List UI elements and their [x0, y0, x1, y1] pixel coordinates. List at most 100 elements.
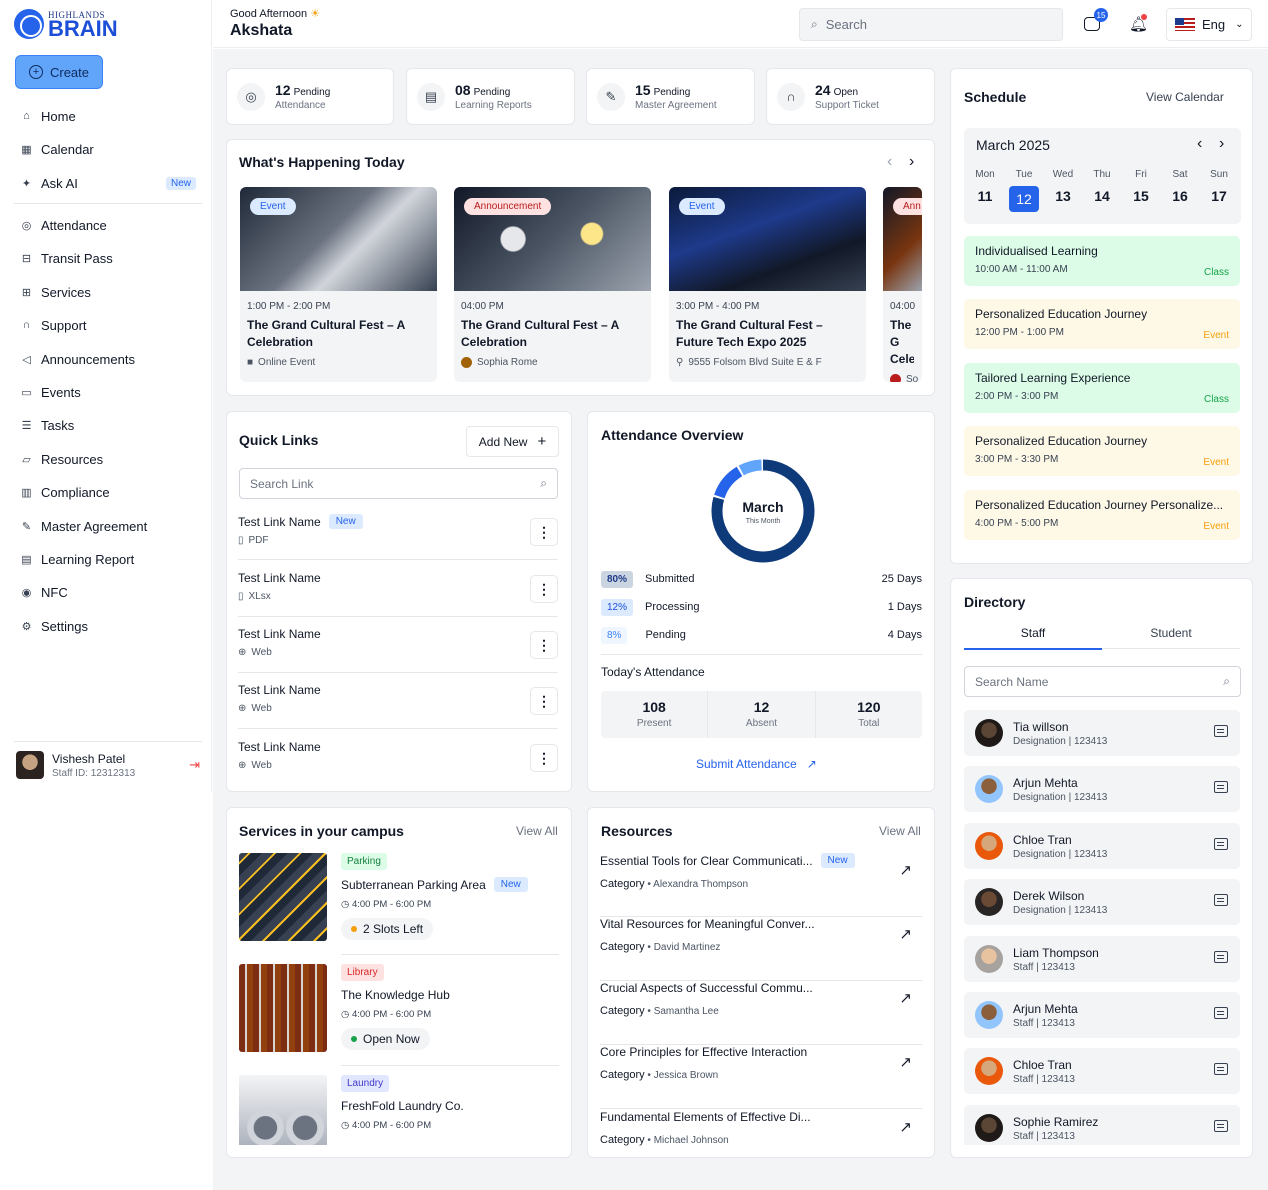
arrow-up-right-icon: ↗: [899, 926, 912, 943]
new-badge: New: [165, 176, 196, 190]
chevron-right-icon[interactable]: ›: [909, 153, 914, 171]
resource-item[interactable]: Essential Tools for Clear Communicati...…: [600, 853, 922, 917]
day-cell[interactable]: Thu 14: [1087, 169, 1117, 217]
resource-item[interactable]: Fundamental Elements of Effective Di... …: [600, 1110, 922, 1150]
day-cell[interactable]: Wed 13: [1048, 169, 1078, 217]
message-icon[interactable]: [1214, 1063, 1228, 1075]
stat-card-learning-reports[interactable]: ▤ 08 Pending Learning Reports: [406, 68, 575, 125]
resource-item[interactable]: Vital Resources for Meaningful Conver...…: [600, 917, 922, 981]
schedule-item-event[interactable]: Personalized Education Journey Personali…: [964, 490, 1240, 540]
search-input[interactable]: ⌕ Search: [799, 8, 1063, 41]
message-icon[interactable]: [1214, 1007, 1228, 1019]
sidebar-item-settings[interactable]: ⚙ Settings: [20, 616, 196, 636]
sidebar-item-announcements[interactable]: ◁ Announcements: [20, 349, 196, 369]
directory-person[interactable]: Liam Thompson Staff | 123413: [964, 936, 1240, 982]
more-options-icon[interactable]: ⋮: [530, 687, 558, 715]
day-cell[interactable]: Fri 15: [1126, 169, 1156, 217]
add-new-button[interactable]: Add New +: [466, 426, 559, 457]
event-card[interactable]: Event 1:00 PM - 2:00 PM The Grand Cultur…: [240, 187, 437, 382]
sidebar-item-transit-pass[interactable]: ⊟ Transit Pass: [20, 248, 196, 268]
directory-person[interactable]: Sophie Ramirez Staff | 123413: [964, 1105, 1240, 1145]
day-cell-selected[interactable]: Tue 12: [1009, 169, 1039, 217]
message-icon[interactable]: [1214, 838, 1228, 850]
sidebar-item-master-agreement[interactable]: ✎ Master Agreement: [20, 516, 196, 536]
tab-student[interactable]: Student: [1102, 626, 1240, 649]
create-button[interactable]: + Create: [15, 55, 103, 89]
resource-item[interactable]: Core Principles for Effective Interactio…: [600, 1045, 922, 1109]
directory-person[interactable]: Chloe Tran Staff | 123413: [964, 1048, 1240, 1094]
list-item[interactable]: Test Link Name ⊕ Web ⋮: [238, 627, 558, 673]
view-calendar-link[interactable]: View Calendar: [1146, 90, 1224, 104]
service-item[interactable]: Library The Knowledge Hub ◷ 4:00 PM - 6:…: [239, 964, 559, 1054]
list-item[interactable]: Test Link Name ⊕ Web ⋮: [238, 740, 558, 786]
list-item[interactable]: Test Link Name New ▯ PDF ⋮: [238, 514, 558, 560]
more-options-icon[interactable]: ⋮: [530, 575, 558, 603]
sidebar-item-learning-report[interactable]: ▤ Learning Report: [20, 549, 196, 569]
sidebar-item-ask-ai[interactable]: ✦ Ask AI New: [20, 173, 196, 193]
search-icon: ⌕: [811, 17, 818, 31]
directory-person[interactable]: Derek Wilson Designation | 123413: [964, 879, 1240, 925]
view-all-link[interactable]: View All: [516, 824, 558, 838]
sidebar-item-support[interactable]: ∩ Support: [20, 315, 196, 335]
event-card[interactable]: Announcement 04:00 PM The Grand Cultural…: [454, 187, 651, 382]
language-select[interactable]: Eng ⌄: [1166, 8, 1252, 41]
sidebar-item-attendance[interactable]: ◎ Attendance: [20, 215, 196, 235]
resource-author: Alexandra Thompson: [653, 879, 749, 890]
schedule-item-class[interactable]: Tailored Learning Experience 2:00 PM - 3:…: [964, 363, 1240, 413]
view-all-link[interactable]: View All: [879, 824, 921, 838]
message-icon[interactable]: [1214, 1120, 1228, 1132]
sidebar-item-resources[interactable]: ▱ Resources: [20, 449, 196, 469]
service-item[interactable]: Laundry FreshFold Laundry Co. ◷ 4:00 PM …: [239, 1075, 559, 1145]
directory-person[interactable]: Chloe Tran Designation | 123413: [964, 823, 1240, 869]
directory-person[interactable]: Arjun Mehta Designation | 123413: [964, 766, 1240, 812]
message-icon[interactable]: [1214, 894, 1228, 906]
list-item[interactable]: Test Link Name ▯ XLsx ⋮: [238, 571, 558, 617]
service-time: 4:00 PM - 6:00 PM: [351, 899, 432, 910]
day-cell[interactable]: Sun 17: [1204, 169, 1234, 217]
day-cell[interactable]: Sat 16: [1165, 169, 1195, 217]
schedule-item-event[interactable]: Personalized Education Journey 12:00 PM -…: [964, 299, 1240, 349]
sidebar-item-services[interactable]: ⊞ Services: [20, 282, 196, 302]
stat-card-attendance[interactable]: ◎ 12 Pending Attendance: [226, 68, 394, 125]
service-item[interactable]: Parking Subterranean Parking Area New ◷ 4…: [239, 853, 559, 943]
submit-attendance-link[interactable]: Submit Attendance ↗: [696, 757, 817, 771]
search-link-input[interactable]: Search Link ⌕: [239, 468, 558, 499]
stat-label: Support Ticket: [815, 100, 879, 111]
stat-card-master-agreement[interactable]: ✎ 15 Pending Master Agreement: [586, 68, 755, 125]
more-options-icon[interactable]: ⋮: [530, 518, 558, 546]
brand-logo[interactable]: HIGHLANDS BRAIN: [14, 9, 118, 40]
event-meta: ⚲ 9555 Folsom Blvd Suite E & F: [676, 357, 866, 368]
more-options-icon[interactable]: ⋮: [530, 631, 558, 659]
stat-card-support-ticket[interactable]: ∩ 24 Open Support Ticket: [766, 68, 935, 125]
sidebar-item-tasks[interactable]: ☰ Tasks: [20, 415, 196, 435]
tab-staff[interactable]: Staff: [964, 626, 1102, 650]
person-desc: Staff | 123413: [1013, 1017, 1075, 1029]
sidebar-item-calendar[interactable]: ▦ Calendar: [20, 139, 196, 159]
sidebar-item-home[interactable]: ⌂ Home: [20, 106, 196, 126]
list-item[interactable]: Test Link Name ⊕ Web ⋮: [238, 683, 558, 729]
directory-person[interactable]: Tia willson Designation | 123413: [964, 710, 1240, 756]
sidebar-item-nfc[interactable]: ◉ NFC: [20, 582, 196, 602]
event-card[interactable]: Event 3:00 PM - 4:00 PM The Grand Cultur…: [669, 187, 866, 382]
chevron-right-icon[interactable]: ›: [1219, 135, 1224, 153]
sidebar-item-compliance[interactable]: ▥ Compliance: [20, 482, 196, 502]
message-icon[interactable]: [1214, 951, 1228, 963]
message-icon[interactable]: [1214, 781, 1228, 793]
search-placeholder: Search Link: [250, 476, 314, 491]
schedule-item-class[interactable]: Individualised Learning 10:00 AM - 11:00 …: [964, 236, 1240, 286]
day-name: Sun: [1210, 169, 1228, 180]
chevron-left-icon[interactable]: ‹: [1197, 135, 1202, 153]
more-options-icon[interactable]: ⋮: [530, 744, 558, 772]
directory-person[interactable]: Arjun Mehta Staff | 123413: [964, 992, 1240, 1038]
day-cell[interactable]: Mon 11: [970, 169, 1000, 217]
message-icon[interactable]: [1214, 725, 1228, 737]
search-name-input[interactable]: Search Name ⌕: [964, 666, 1241, 697]
event-card[interactable]: Ann 04:00 The G Celeb So: [883, 187, 922, 382]
resource-item[interactable]: Crucial Aspects of Successful Commu... C…: [600, 981, 922, 1045]
divider: [14, 203, 202, 204]
logout-icon[interactable]: ⇥: [189, 757, 200, 773]
user-profile[interactable]: Vishesh Patel Staff ID: 12312313 ⇥: [16, 751, 200, 779]
chevron-left-icon[interactable]: ‹: [887, 153, 892, 171]
sidebar-item-events[interactable]: ▭ Events: [20, 382, 196, 402]
schedule-item-event[interactable]: Personalized Education Journey 3:00 PM - …: [964, 426, 1240, 476]
